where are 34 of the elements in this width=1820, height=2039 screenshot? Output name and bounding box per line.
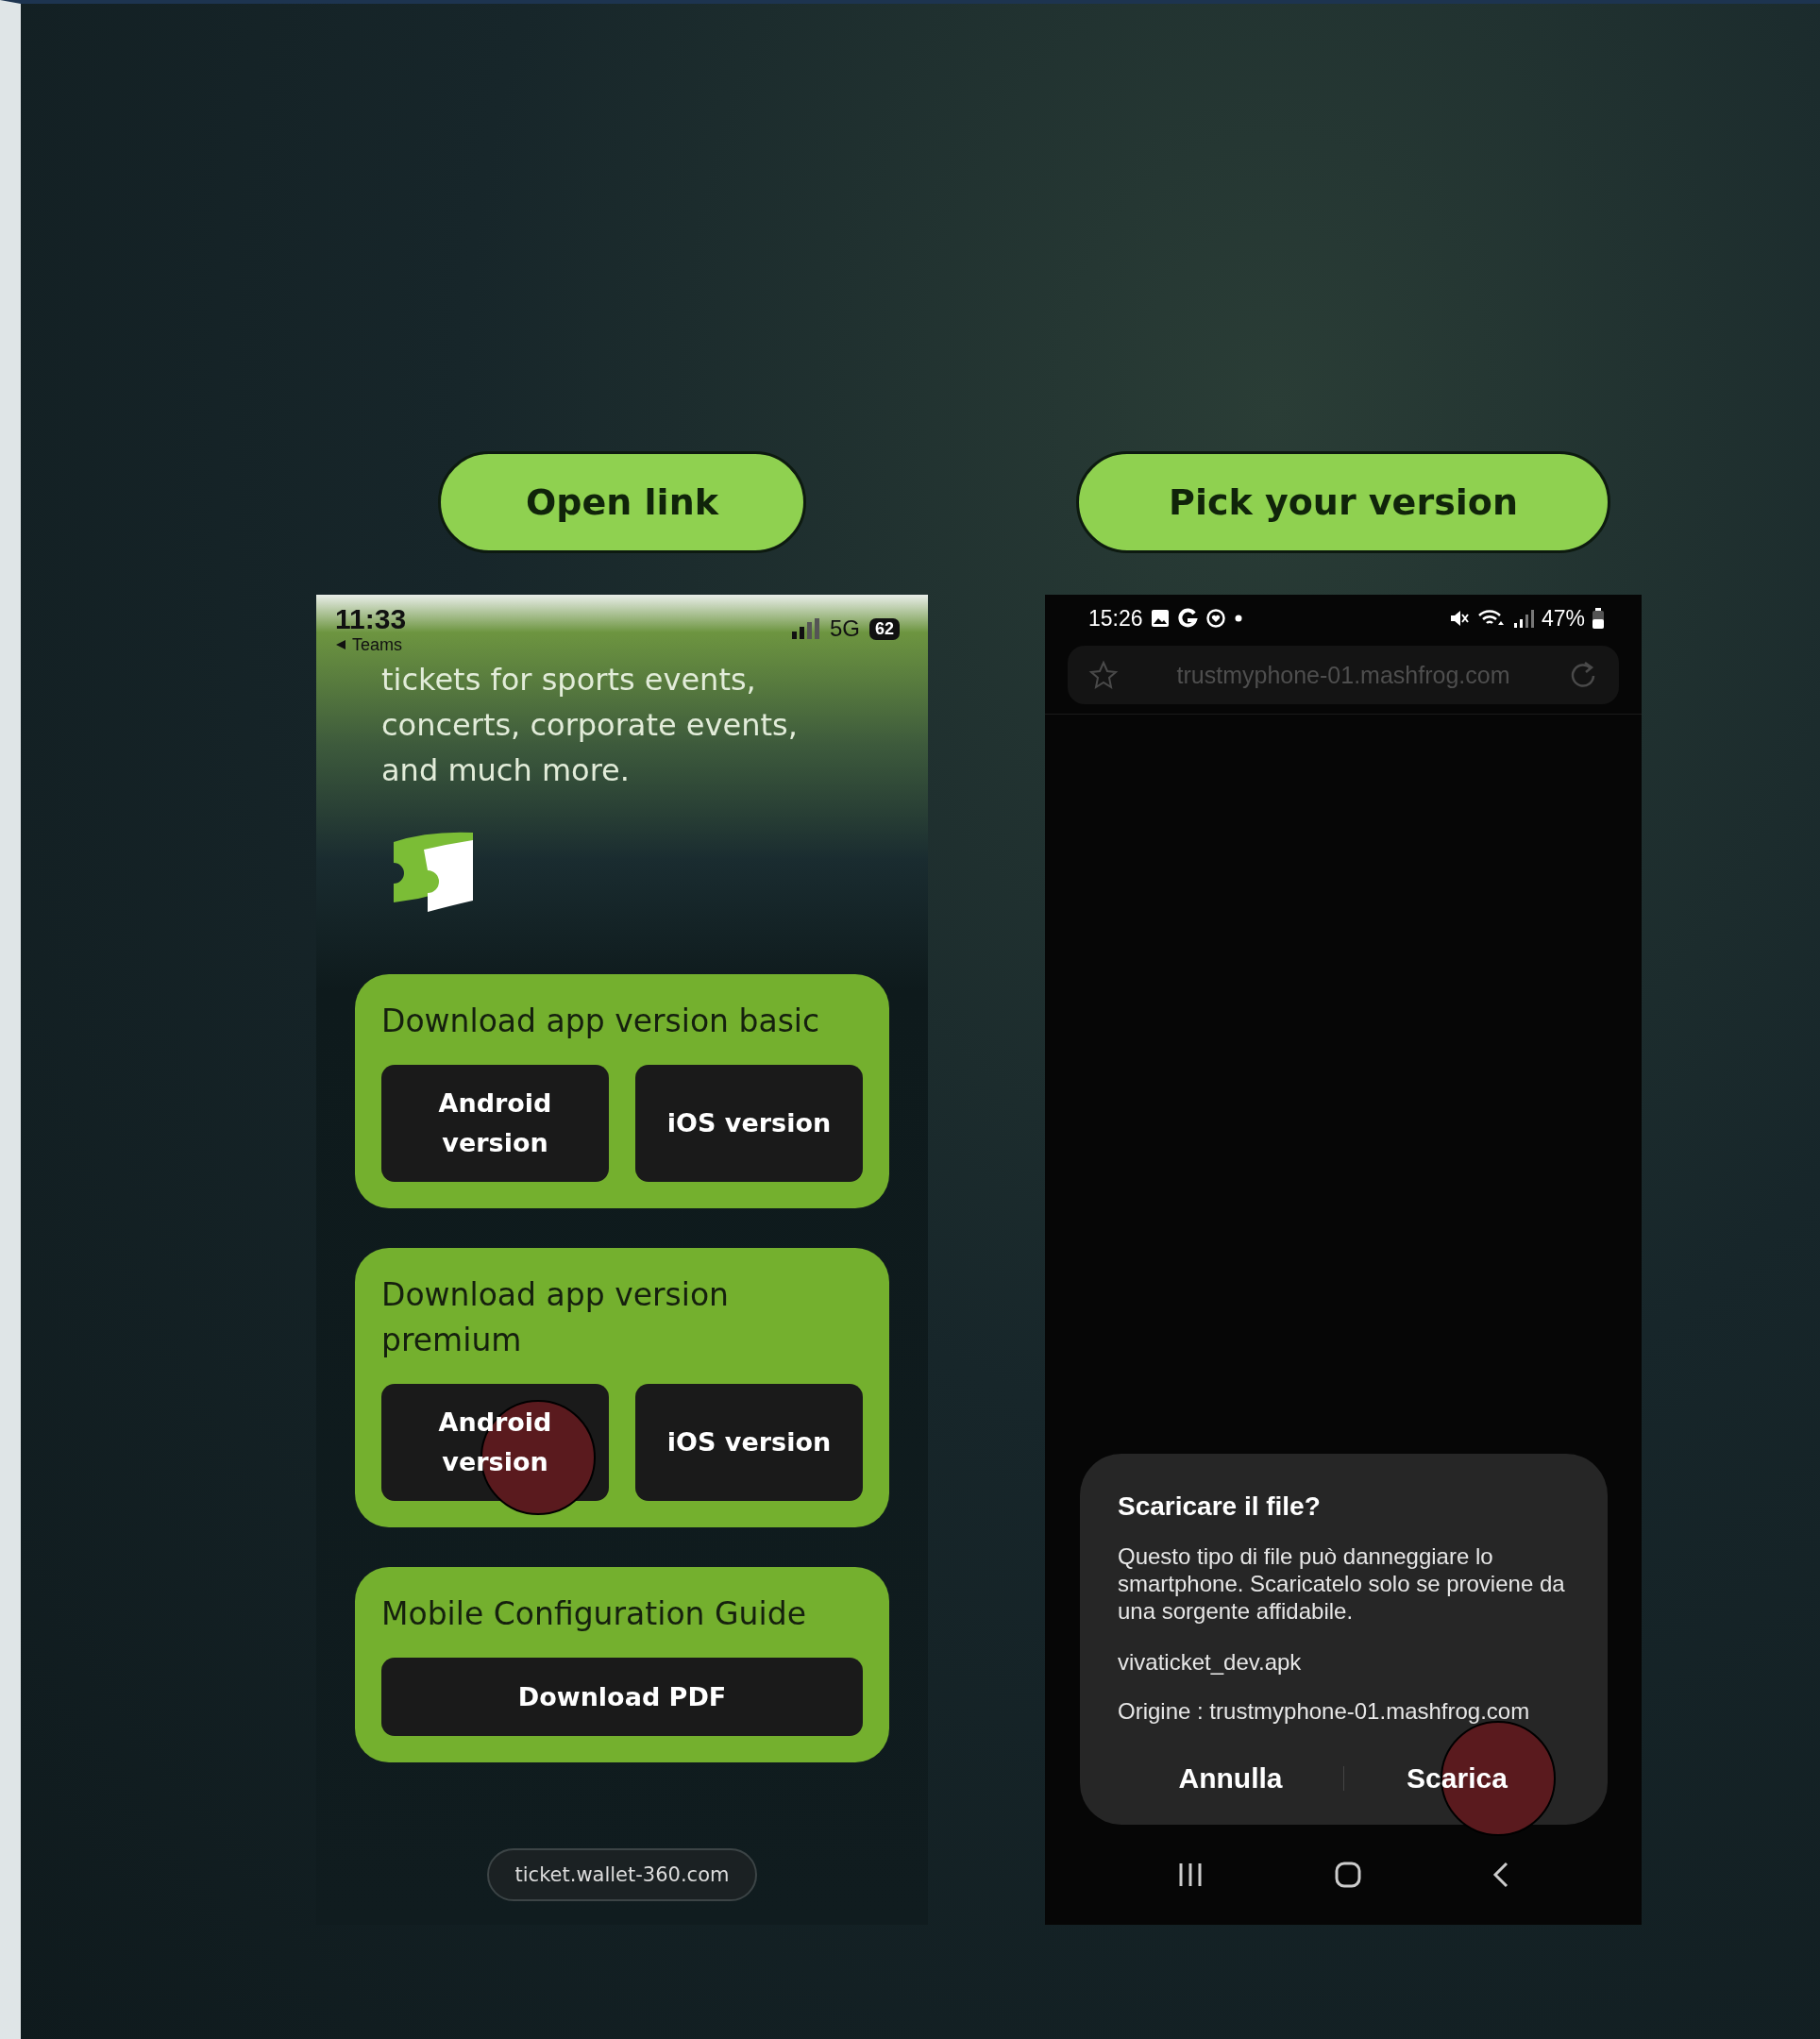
battery-level: 62 [868, 617, 900, 640]
download-button[interactable]: iOS version [635, 1065, 863, 1182]
back-to-app-link[interactable]: Teams [335, 634, 402, 655]
download-button[interactable]: Android version [381, 1065, 609, 1182]
home-icon[interactable] [1335, 1862, 1361, 1888]
back-caret-icon [335, 639, 346, 650]
image-icon [1150, 609, 1170, 628]
card-title: Mobile Configuration Guide [381, 1594, 807, 1634]
status-time: 15:26 [1088, 605, 1143, 632]
download-button[interactable]: iOS version [635, 1384, 863, 1501]
card-title: Download app version premium [381, 1275, 730, 1360]
file-name: vivaticket_dev.apk [1118, 1649, 1303, 1676]
download-button[interactable]: Download PDF [381, 1658, 863, 1736]
dialog-message: Questo tipo di file può danneggiare lo smartphone. Scaricatelo solo se proviene da una sorgente affidabile. [1118, 1542, 1566, 1625]
step-button[interactable]: Pick your version [1076, 451, 1610, 553]
battery-icon [1592, 608, 1604, 629]
back-icon[interactable] [1492, 1862, 1510, 1888]
notification-dot-icon [1233, 614, 1243, 623]
tagline-text: tickets for sports events, concerts, corporate events, and much more. [381, 661, 799, 790]
signal-icon [1512, 608, 1534, 629]
mute-icon [1448, 608, 1470, 629]
file-origin: Origine : trustmyphone-01.mashfrog.com [1118, 1698, 1531, 1725]
g-letter-icon [1176, 608, 1198, 629]
dialog-title: Scaricare il file? [1118, 1491, 1322, 1522]
star-icon[interactable] [1088, 660, 1119, 690]
card-title: Download app version basic [381, 1002, 821, 1041]
status-time: 11:33 [335, 602, 407, 635]
signal-icon [791, 618, 820, 639]
network-label: 5G [829, 615, 860, 642]
dialog-action-button[interactable]: Scarica [1388, 1757, 1526, 1800]
dialog-action-button[interactable]: Annulla [1159, 1757, 1302, 1800]
step-button[interactable]: Open link [438, 451, 806, 553]
url-label: ticket.wallet-360.com [486, 1848, 758, 1901]
battery-percent: 47% [1541, 605, 1585, 632]
